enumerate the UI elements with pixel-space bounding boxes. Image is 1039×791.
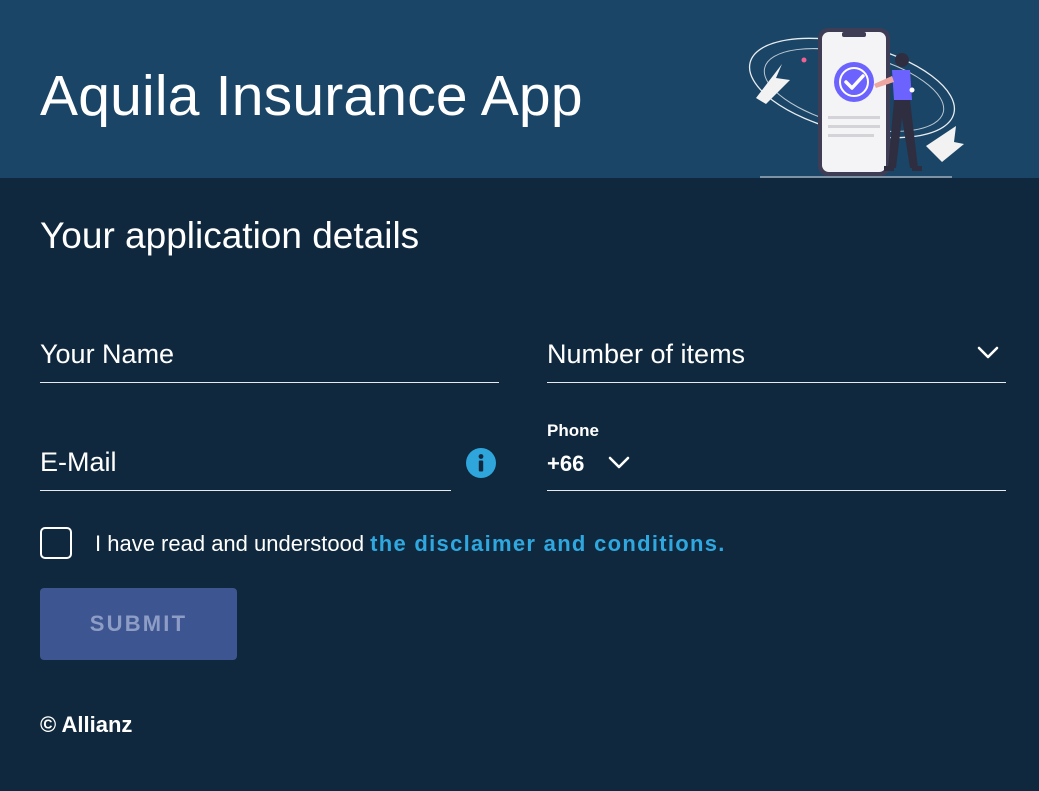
submit-button[interactable]: SUBMIT	[40, 588, 237, 660]
app-title: Aquila Insurance App	[40, 64, 583, 128]
phone-label: Phone	[547, 421, 599, 440]
phone-field-underline	[547, 489, 1006, 491]
phone-checkmark-illustration	[748, 28, 964, 178]
email-field-underline	[40, 489, 451, 491]
items-select-placeholder: Number of items	[547, 339, 746, 369]
info-icon[interactable]	[466, 448, 496, 478]
section-title: Your application details	[40, 215, 420, 256]
name-field-placeholder: Your Name	[40, 339, 175, 369]
items-select-underline	[547, 381, 1006, 383]
consent-checkbox[interactable]	[40, 527, 72, 559]
consent-text: I have read and understood the disclaimer…	[95, 533, 726, 555]
disclaimer-link[interactable]: the disclaimer and conditions.	[370, 531, 726, 556]
app-header: Aquila Insurance App	[0, 0, 1039, 178]
chevron-down-icon[interactable]	[608, 456, 630, 470]
chevron-down-icon[interactable]	[977, 346, 999, 360]
country-code-select[interactable]: +66	[547, 453, 584, 475]
email-field-placeholder: E-Mail	[40, 447, 117, 477]
name-field-underline	[40, 381, 499, 383]
copyright-footer: © Allianz	[40, 712, 133, 737]
consent-label: I have read and understood	[95, 531, 365, 556]
